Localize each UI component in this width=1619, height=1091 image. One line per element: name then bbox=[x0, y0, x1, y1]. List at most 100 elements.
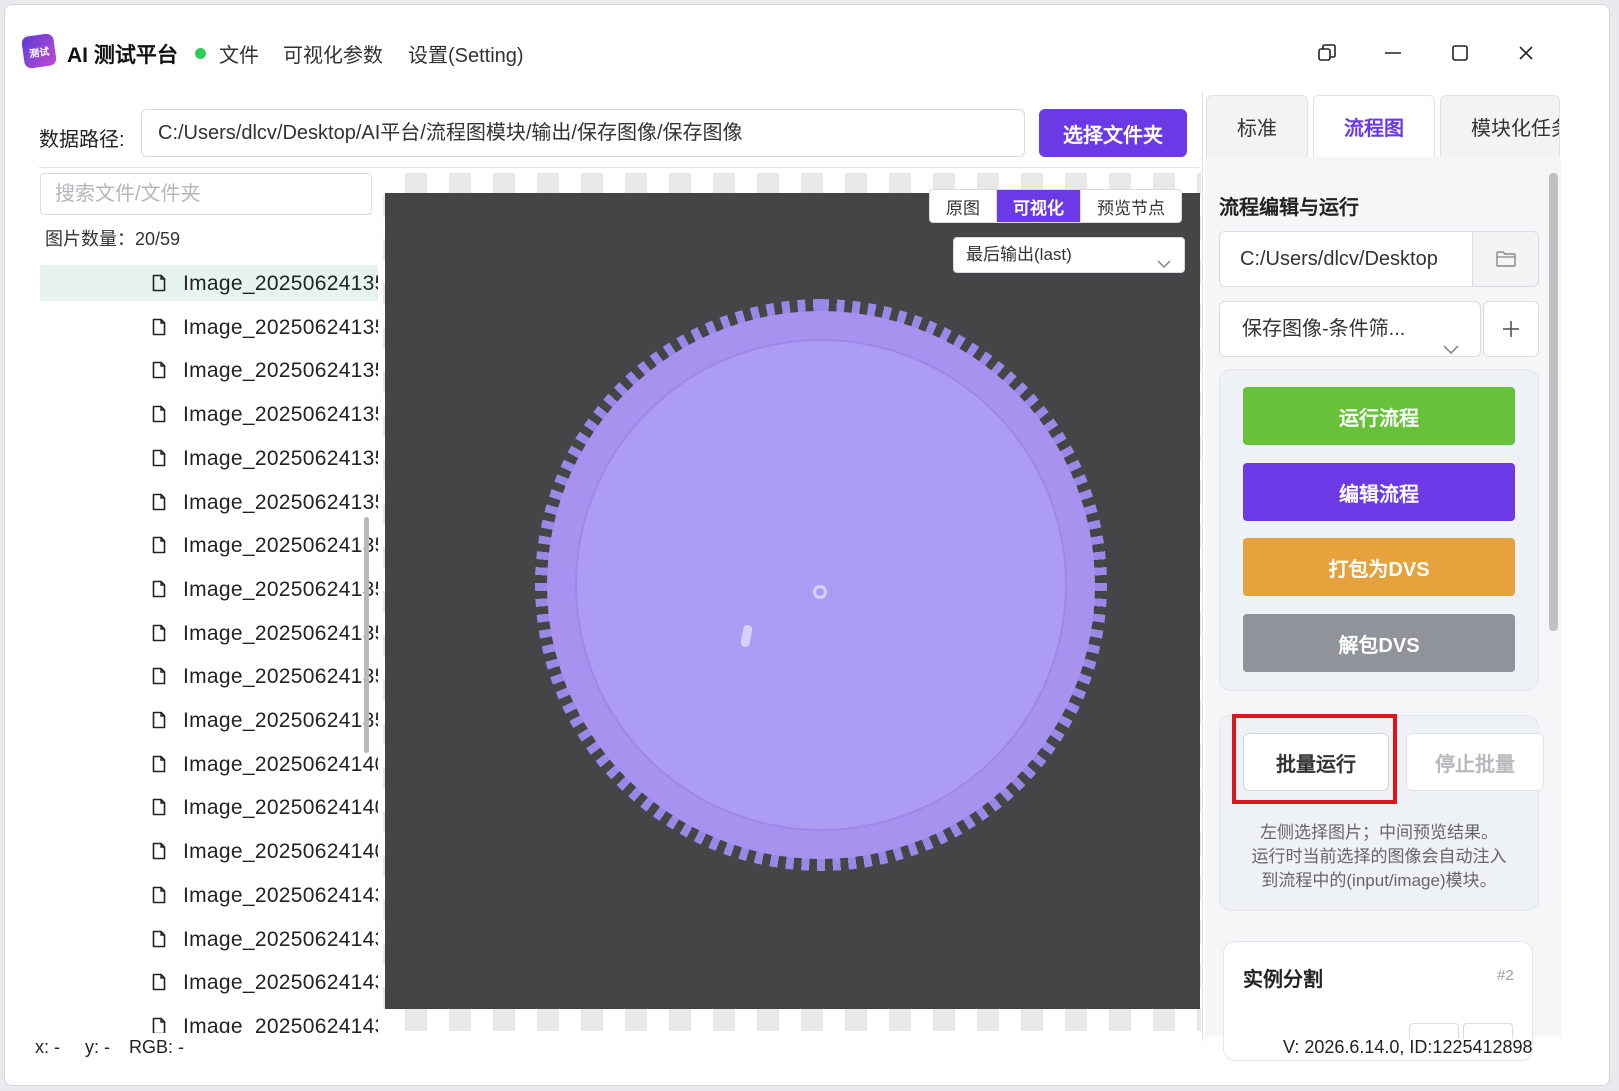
flow-section-title: 流程编辑与运行 bbox=[1219, 197, 1359, 219]
edit-flow-button[interactable]: 编辑流程 bbox=[1243, 463, 1515, 521]
title-bar: 测试 AI 测试平台 文件 可视化参数 设置(Setting) bbox=[5, 5, 1609, 91]
file-name: Image_20250624143 bbox=[183, 971, 378, 994]
flow-select-value: 保存图像-条件筛... bbox=[1242, 318, 1406, 340]
file-list-item[interactable]: Image_20250624135 bbox=[40, 396, 378, 432]
file-name: Image_20250624140 bbox=[183, 753, 378, 776]
file-icon bbox=[152, 1017, 166, 1033]
file-list-item[interactable]: Image_20250624143 bbox=[40, 921, 378, 957]
pack-dvs-button[interactable]: 打包为DVS bbox=[1243, 538, 1515, 596]
file-icon bbox=[152, 842, 166, 860]
file-name: Image_20250624140 bbox=[183, 796, 378, 819]
unpack-dvs-button[interactable]: 解包DVS bbox=[1243, 614, 1515, 672]
view-mode-visualize[interactable]: 可视化 bbox=[996, 190, 1080, 222]
file-name: Image_20250624143 bbox=[183, 1015, 378, 1033]
view-mode-preview-node[interactable]: 预览节点 bbox=[1080, 190, 1181, 222]
file-name: Image_20250624135 bbox=[183, 316, 378, 339]
file-list-item[interactable]: Image_20250624140 bbox=[40, 746, 378, 782]
data-path-input[interactable]: C:/Users/dlcv/Desktop/AI平台/流程图模块/输出/保存图像… bbox=[141, 109, 1025, 157]
app-title: AI 测试平台 bbox=[67, 44, 178, 67]
image-viewer[interactable]: 原图 可视化 预览节点 最后输出(last) bbox=[383, 173, 1201, 1031]
inspection-image bbox=[385, 193, 1200, 1009]
restore-windows-icon[interactable] bbox=[1309, 35, 1345, 71]
file-list-item[interactable]: Image_20250624135 bbox=[40, 527, 378, 563]
minimize-icon[interactable] bbox=[1375, 35, 1411, 71]
output-select[interactable]: 最后输出(last) bbox=[953, 237, 1185, 273]
file-list-item[interactable]: Image_20250624135 bbox=[40, 309, 378, 345]
chevron-down-icon bbox=[1156, 248, 1172, 282]
file-name: Image_20250624135 bbox=[183, 622, 378, 645]
stop-batch-button[interactable]: 停止批量 bbox=[1406, 733, 1544, 791]
menu-file[interactable]: 文件 bbox=[219, 39, 259, 68]
file-icon bbox=[152, 755, 166, 773]
file-list-item[interactable]: Image_20250624135 bbox=[40, 702, 378, 738]
view-mode-original[interactable]: 原图 bbox=[930, 190, 996, 222]
file-list-item[interactable]: Image_20250624143 bbox=[40, 964, 378, 1000]
file-list-item[interactable]: Image_20250624135 bbox=[40, 571, 378, 607]
file-icon bbox=[152, 318, 166, 336]
file-list-item[interactable]: Image_20250624135 bbox=[40, 352, 378, 388]
panel-divider bbox=[1202, 91, 1203, 1041]
folder-icon[interactable] bbox=[1472, 231, 1539, 287]
cursor-x: x: - bbox=[35, 1037, 60, 1057]
file-icon bbox=[152, 493, 166, 511]
output-select-value: 最后输出(last) bbox=[966, 245, 1072, 264]
file-search-input[interactable] bbox=[40, 173, 372, 215]
menu-visual-params[interactable]: 可视化参数 bbox=[283, 39, 383, 68]
file-icon bbox=[152, 798, 166, 816]
menu-settings[interactable]: 设置(Setting) bbox=[408, 39, 524, 68]
file-list-item[interactable]: Image_20250624135 bbox=[40, 440, 378, 476]
node-card-title: 实例分割 bbox=[1243, 969, 1323, 991]
add-flow-button[interactable] bbox=[1483, 301, 1539, 357]
file-icon bbox=[152, 536, 166, 554]
flow-select[interactable]: 保存图像-条件筛... bbox=[1219, 301, 1481, 357]
file-name: Image_20250624143 bbox=[183, 928, 378, 951]
file-name: Image_20250624135 bbox=[183, 665, 378, 688]
tab-modular-task[interactable]: 模块化任务 bbox=[1440, 95, 1560, 157]
file-icon bbox=[152, 930, 166, 948]
file-name: Image_20250624135 bbox=[183, 403, 378, 426]
run-flow-button[interactable]: 运行流程 bbox=[1243, 387, 1515, 445]
pixel-rgb: RGB: - bbox=[129, 1037, 185, 1057]
file-name: Image_20250624140 bbox=[183, 840, 378, 863]
file-icon bbox=[152, 274, 166, 292]
app-window: 测试 AI 测试平台 文件 可视化参数 设置(Setting) 数据路径: C:… bbox=[4, 4, 1610, 1086]
file-list-item[interactable]: Image_20250624140 bbox=[40, 833, 378, 869]
file-name: Image_20250624135 bbox=[183, 534, 378, 557]
file-icon bbox=[152, 886, 166, 904]
hint-line: 运行时当前选择的图像会自动注入 bbox=[1251, 847, 1507, 866]
plus-icon bbox=[1503, 321, 1519, 337]
close-icon[interactable] bbox=[1508, 35, 1544, 71]
file-icon bbox=[152, 973, 166, 991]
defect-spot bbox=[813, 585, 827, 599]
hint-line: 左侧选择图片；中间预览结果。 bbox=[1260, 823, 1498, 842]
highlight-annotation bbox=[1232, 714, 1397, 804]
version-info: V: 2026.6.14.0, ID:1225412898 bbox=[1283, 1037, 1533, 1057]
file-list-scrollbar[interactable] bbox=[364, 517, 369, 753]
node-card-index: #2 bbox=[1497, 967, 1514, 984]
file-name: Image_20250624143 bbox=[183, 884, 378, 907]
file-name: Image_20250624135 bbox=[183, 491, 378, 514]
divider bbox=[39, 167, 1199, 168]
batch-hint: 左侧选择图片；中间预览结果。 运行时当前选择的图像会自动注入 到流程中的(inp… bbox=[1231, 821, 1527, 893]
maximize-icon[interactable] bbox=[1442, 35, 1478, 71]
right-panel-scrollbar[interactable] bbox=[1549, 173, 1558, 631]
select-folder-button[interactable]: 选择文件夹 bbox=[1039, 109, 1187, 157]
cursor-y: y: - bbox=[85, 1037, 110, 1057]
file-list-item[interactable]: Image_20250624143 bbox=[40, 1008, 378, 1033]
tab-flowchart[interactable]: 流程图 bbox=[1313, 95, 1435, 157]
file-icon bbox=[152, 667, 166, 685]
file-list-item[interactable]: Image_20250624140 bbox=[40, 789, 378, 825]
view-mode-switch: 原图 可视化 预览节点 bbox=[929, 189, 1182, 223]
file-list-item[interactable]: Image_20250624135 bbox=[40, 265, 378, 301]
flow-path-input[interactable]: C:/Users/dlcv/Desktop bbox=[1219, 231, 1473, 287]
file-list-item[interactable]: Image_20250624135 bbox=[40, 615, 378, 651]
file-list-item[interactable]: Image_20250624143 bbox=[40, 877, 378, 913]
file-list-item[interactable]: Image_20250624135 bbox=[40, 484, 378, 520]
file-icon bbox=[152, 361, 166, 379]
file-list-item[interactable]: Image_20250624135 bbox=[40, 658, 378, 694]
file-icon bbox=[152, 624, 166, 642]
file-icon bbox=[152, 405, 166, 423]
status-dot bbox=[195, 48, 206, 59]
tab-standard[interactable]: 标准 bbox=[1206, 95, 1308, 157]
app-logo: 测试 bbox=[20, 32, 58, 70]
